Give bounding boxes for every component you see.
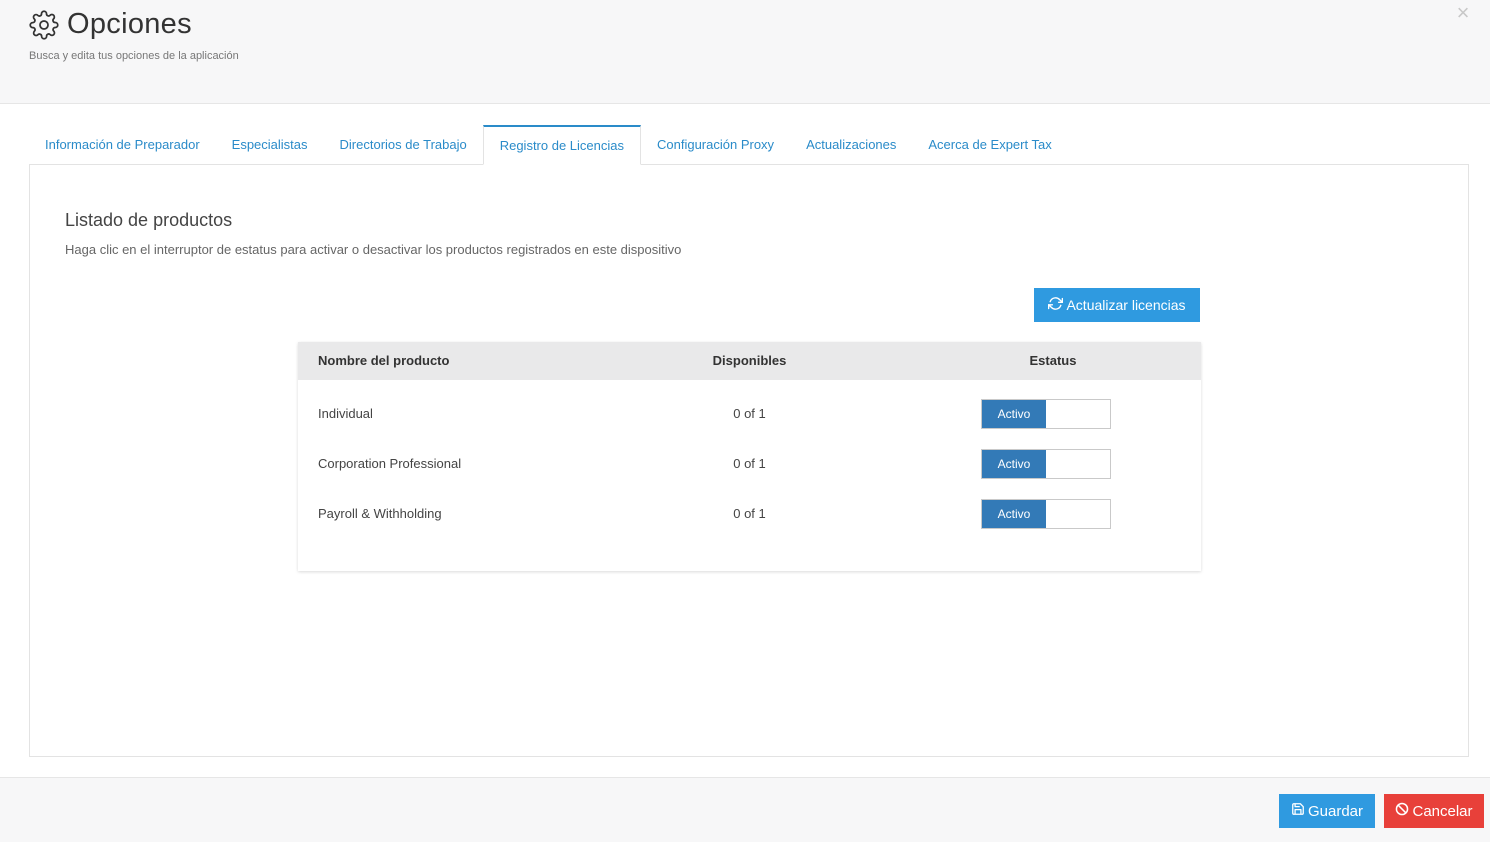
table-row: Corporation Professional 0 of 1 Activo [298,439,1201,489]
tab-registro-licencias[interactable]: Registro de Licencias [482,125,641,165]
status-toggle-label: Activo [982,500,1046,528]
column-header-status: Estatus [1029,353,1077,368]
table-row: Individual 0 of 1 Activo [298,389,1201,439]
status-toggle[interactable]: Activo [981,499,1111,529]
product-available: 0 of 1 [733,406,766,421]
product-available: 0 of 1 [733,506,766,521]
tab-acerca-expert-tax[interactable]: Acerca de Expert Tax [912,125,1067,165]
save-label: Guardar [1307,802,1364,820]
cancel-label: Cancelar [1412,802,1473,820]
refresh-licenses-button[interactable]: Actualizar licencias [1034,288,1200,322]
status-toggle-label: Activo [982,400,1046,428]
cancel-button[interactable]: Cancelar [1384,794,1484,828]
table-row: Payroll & Withholding 0 of 1 Activo [298,489,1201,539]
dialog-footer: Guardar Cancelar [0,777,1490,842]
title-row: Opciones [29,8,192,41]
status-toggle[interactable]: Activo [981,449,1111,479]
close-icon[interactable]: × [1452,2,1474,24]
save-icon [1291,802,1308,820]
product-available: 0 of 1 [733,456,766,471]
column-header-available: Disponibles [712,353,787,368]
gear-icon [29,9,59,40]
tab-configuracion-proxy[interactable]: Configuración Proxy [641,125,790,165]
panel-title: Listado de productos [65,210,233,230]
tab-informacion-preparador[interactable]: Información de Preparador [29,125,216,165]
refresh-licenses-label: Actualizar licencias [1066,297,1186,313]
refresh-icon [1048,296,1066,314]
table-header: Nombre del producto Disponibles Estatus [298,342,1201,380]
status-toggle[interactable]: Activo [981,399,1111,429]
product-name: Individual [318,406,373,421]
tab-especialistas[interactable]: Especialistas [216,125,324,165]
products-table: Nombre del producto Disponibles Estatus … [298,342,1201,571]
page-subtitle: Busca y edita tus opciones de la aplicac… [29,50,239,62]
tab-directorios-trabajo[interactable]: Directorios de Trabajo [324,125,483,165]
page-title: Opciones [67,8,192,40]
ban-icon [1395,802,1412,820]
licenses-panel: Listado de productos Haga clic en el int… [29,164,1469,757]
product-name: Payroll & Withholding [318,506,442,521]
product-name: Corporation Professional [318,456,462,471]
tab-actualizaciones[interactable]: Actualizaciones [790,125,912,165]
tab-bar: Información de Preparador Especialistas … [29,125,1068,165]
column-header-name: Nombre del producto [318,353,450,368]
dialog-header: Opciones Busca y edita tus opciones de l… [0,0,1490,104]
panel-description: Haga clic en el interruptor de estatus p… [65,242,682,257]
status-toggle-label: Activo [982,450,1046,478]
save-button[interactable]: Guardar [1279,794,1375,828]
